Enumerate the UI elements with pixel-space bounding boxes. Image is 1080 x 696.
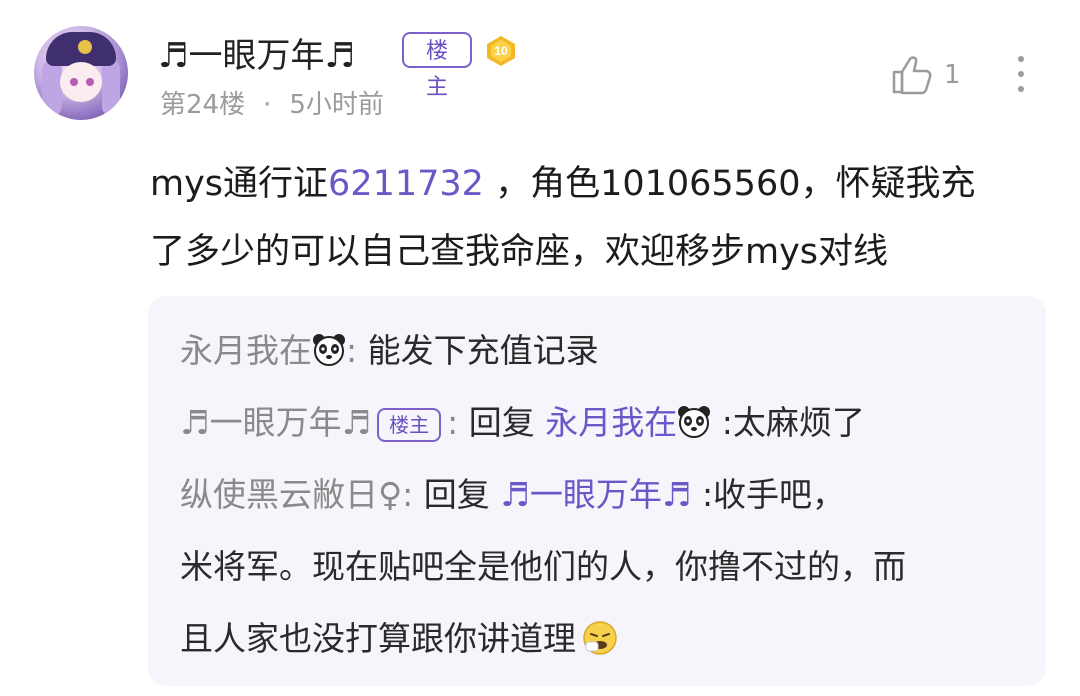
reply-author[interactable]: 永月我在 bbox=[180, 331, 312, 370]
content-text: ，角色101065560，怀疑我充 bbox=[483, 164, 976, 204]
owner-badge: 楼主 bbox=[377, 407, 442, 442]
avatar-eye bbox=[70, 78, 78, 86]
avatar-face bbox=[60, 62, 102, 102]
reply-author[interactable]: 纵使黑云敝日♀ bbox=[180, 475, 402, 514]
reply-text: 能发下充值记录 bbox=[367, 331, 599, 370]
content-line-1: mys通行证6211732 ，角色101065560，怀疑我充 bbox=[150, 150, 1030, 218]
thumbs-up-icon[interactable] bbox=[890, 54, 934, 96]
post-content: mys通行证6211732 ，角色101065560，怀疑我充 了多少的可以自己… bbox=[150, 150, 1030, 286]
reply-colon: : bbox=[402, 475, 424, 514]
pass-id-link[interactable]: 6211732 bbox=[328, 164, 484, 204]
like-count: 1 bbox=[944, 60, 961, 90]
more-options-icon[interactable] bbox=[1014, 54, 1028, 94]
reply-target-user[interactable]: ♬一眼万年♬ bbox=[500, 475, 691, 514]
panda-emoji-icon bbox=[313, 334, 345, 366]
reply-item[interactable]: 永月我在 : 能发下充值记录 bbox=[180, 324, 599, 372]
reply-colon: : bbox=[346, 331, 368, 370]
level-number: 10 bbox=[494, 44, 508, 58]
avatar-hair-right bbox=[102, 60, 120, 116]
reply-text-line: 米将军。现在贴吧全是他们的人，你撸不过的，而 bbox=[180, 547, 906, 586]
post-time: 5小时前 bbox=[289, 90, 384, 120]
reply-word: 回复 bbox=[468, 403, 546, 442]
reply-text: :收手吧， bbox=[691, 475, 846, 514]
reply-item[interactable]: ♬一眼万年♬ 楼主: 回复 永月我在 :太麻烦了 bbox=[180, 396, 865, 444]
panda-emoji-icon bbox=[678, 406, 711, 438]
username[interactable]: ♬一眼万年♬ bbox=[158, 28, 355, 77]
reply-target-user[interactable]: 永月我在 bbox=[545, 403, 677, 442]
reply-text: 且人家也没打算跟你讲道理 bbox=[180, 619, 576, 658]
reply-colon: : bbox=[447, 403, 469, 442]
meta-separator: · bbox=[263, 90, 272, 120]
avatar[interactable] bbox=[34, 26, 128, 120]
avatar-hat-gem bbox=[78, 40, 92, 54]
reply-box[interactable]: 永月我在 : 能发下充值记录 ♬一眼万年♬ 楼主: 回复 永月我在 :太麻烦了 纵… bbox=[148, 296, 1046, 686]
avatar-hair-left bbox=[42, 60, 62, 116]
owner-badge: 楼主 bbox=[402, 32, 472, 100]
reply-author[interactable]: ♬一眼万年♬ bbox=[180, 403, 371, 442]
reply-item[interactable]: 纵使黑云敝日♀: 回复 ♬一眼万年♬ :收手吧， bbox=[180, 468, 845, 516]
content-line-2: 了多少的可以自己查我命座，欢迎移步mys对线 bbox=[150, 232, 889, 272]
reply-text: :太麻烦了 bbox=[711, 403, 865, 442]
content-text: mys通行证 bbox=[150, 164, 329, 204]
reply-text-line: 且人家也没打算跟你讲道理 bbox=[180, 612, 618, 660]
floor-number: 第24楼 bbox=[160, 90, 246, 120]
avatar-eye bbox=[86, 78, 94, 86]
post-meta: 第24楼 · 5小时前 bbox=[160, 84, 384, 121]
level-badge-icon: 10 bbox=[487, 36, 515, 66]
reply-word: 回复 bbox=[423, 475, 501, 514]
sneeze-emoji-icon bbox=[583, 621, 617, 655]
